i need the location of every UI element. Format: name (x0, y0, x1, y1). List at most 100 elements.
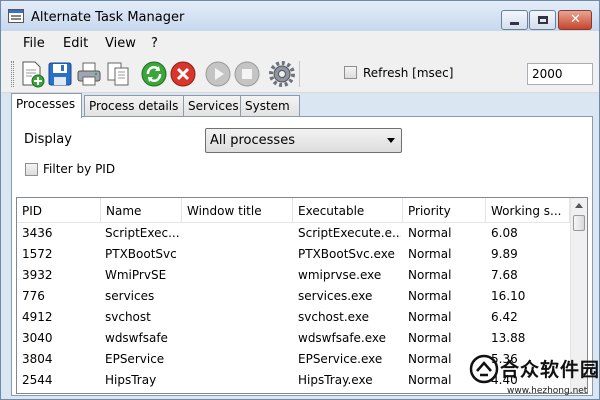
cell-working-set: 6.08 (491, 226, 518, 240)
watermark-text: 合众软件园 (500, 359, 600, 381)
toolbar-grip[interactable] (11, 61, 14, 87)
table-header: PID Name Window title Executable Priorit… (17, 198, 570, 223)
tab-system[interactable]: System (240, 95, 300, 117)
menu-view[interactable]: View (105, 36, 136, 51)
refresh-button[interactable] (140, 60, 168, 88)
close-icon: ✕ (570, 12, 581, 27)
window-title: Alternate Task Manager (31, 10, 185, 25)
save-icon (48, 62, 72, 86)
cell-working-set: 13.88 (491, 331, 526, 345)
cell-pid: 2544 (22, 373, 53, 387)
minimize-button[interactable] (501, 10, 528, 30)
print-icon (77, 62, 101, 86)
toolbar: Refresh [msec] (1, 55, 599, 93)
cell-pid: 1572 (22, 247, 53, 261)
display-select[interactable]: All processes (205, 128, 402, 153)
cell-pid: 3932 (22, 268, 53, 282)
filter-pid-label: Filter by PID (43, 162, 116, 176)
app-window: Alternate Task Manager ✕ File Edit View … (0, 0, 600, 400)
maximize-icon (538, 16, 548, 24)
cell-executable: services.exe (298, 289, 373, 303)
cell-name: WmiPrvSE (105, 268, 167, 282)
column-header-executable[interactable]: Executable (293, 198, 403, 223)
column-header-working-set[interactable]: Working s... (486, 198, 570, 223)
play-button[interactable] (204, 60, 232, 88)
minimize-icon (510, 22, 519, 25)
close-button[interactable]: ✕ (558, 10, 592, 30)
table-row[interactable]: 3040 wdswfsafe wdswfsafe.exe Normal 13.8… (17, 328, 570, 349)
scrollbar-thumb[interactable] (573, 215, 585, 231)
cell-working-set: 7.68 (491, 268, 518, 282)
table-row[interactable]: 776 services services.exe Normal 16.10 (17, 286, 570, 307)
stop-icon (170, 61, 196, 87)
settings-button[interactable] (268, 60, 296, 88)
watermark: 合众软件园 www.hezhong.net (469, 353, 599, 399)
refresh-icon (141, 61, 167, 87)
cell-priority: Normal (408, 289, 452, 303)
tab-strip: Processes Process details Services Syste… (11, 93, 591, 118)
menu-help[interactable]: ? (151, 36, 158, 51)
cell-executable: EPService.exe (298, 352, 383, 366)
cell-priority: Normal (408, 310, 452, 324)
cell-priority: Normal (408, 331, 452, 345)
cell-pid: 776 (22, 289, 45, 303)
tab-processes[interactable]: Processes (11, 93, 82, 118)
gear-icon (269, 61, 295, 87)
column-header-priority[interactable]: Priority (403, 198, 486, 223)
cell-priority: Normal (408, 226, 452, 240)
table-row[interactable]: 4912 svchost svchost.exe Normal 6.42 (17, 307, 570, 328)
cell-name: EPService (105, 352, 165, 366)
cell-name: svchost (105, 310, 151, 324)
cell-name: ScriptExec... (105, 226, 179, 240)
watermark-url: www.hezhong.net (507, 386, 588, 396)
cell-executable: ScriptExecute.e... (298, 226, 401, 240)
display-label: Display (24, 132, 72, 147)
cell-executable: svchost.exe (298, 310, 369, 324)
save-button[interactable] (46, 60, 74, 88)
new-process-button[interactable] (18, 60, 46, 88)
pause-button[interactable] (233, 60, 261, 88)
title-bar[interactable]: Alternate Task Manager ✕ (1, 1, 599, 31)
cell-working-set: 6.42 (491, 310, 518, 324)
play-icon (205, 61, 231, 87)
cell-executable: HipsTray.exe (298, 373, 373, 387)
cell-executable: wdswfsafe.exe (298, 331, 387, 345)
tab-services[interactable]: Services (183, 95, 247, 117)
cell-pid: 3040 (22, 331, 53, 345)
cell-pid: 3436 (22, 226, 53, 240)
cell-pid: 4912 (22, 310, 53, 324)
tab-process-details[interactable]: Process details (84, 95, 188, 117)
copy-icon (107, 62, 129, 86)
cell-executable: PTXBootSvc.exe (298, 247, 395, 261)
cell-executable: wmiprvse.exe (298, 268, 382, 282)
cell-priority: Normal (408, 268, 452, 282)
table-row[interactable]: 3436 ScriptExec... ScriptExecute.e... No… (17, 223, 570, 244)
menu-edit[interactable]: Edit (63, 36, 88, 51)
cell-priority: Normal (408, 247, 452, 261)
refresh-label: Refresh [msec] (363, 66, 454, 80)
menu-bar: File Edit View ? (1, 31, 599, 55)
print-button[interactable] (75, 60, 103, 88)
new-process-icon (22, 61, 45, 88)
maximize-button[interactable] (529, 10, 556, 30)
copy-button[interactable] (104, 60, 132, 88)
column-header-name[interactable]: Name (101, 198, 182, 223)
display-select-value: All processes (210, 133, 295, 148)
filter-pid-checkbox[interactable] (25, 163, 38, 176)
refresh-interval-input[interactable] (527, 63, 593, 85)
cell-name: PTXBootSvc (105, 247, 177, 261)
scroll-up-arrow-icon[interactable] (571, 198, 587, 214)
cell-working-set: 9.89 (491, 247, 518, 261)
refresh-checkbox[interactable] (344, 66, 357, 79)
watermark-logo-icon (469, 354, 499, 384)
menu-file[interactable]: File (23, 36, 45, 51)
cell-name: HipsTray (105, 373, 157, 387)
toolbar-separator (299, 61, 300, 87)
column-header-window-title[interactable]: Window title (182, 198, 293, 223)
column-header-pid[interactable]: PID (17, 198, 101, 223)
chevron-down-icon (387, 138, 395, 143)
cell-working-set: 16.10 (491, 289, 526, 303)
table-row[interactable]: 1572 PTXBootSvc PTXBootSvc.exe Normal 9.… (17, 244, 570, 265)
stop-button[interactable] (169, 60, 197, 88)
table-row[interactable]: 3932 WmiPrvSE wmiprvse.exe Normal 7.68 (17, 265, 570, 286)
